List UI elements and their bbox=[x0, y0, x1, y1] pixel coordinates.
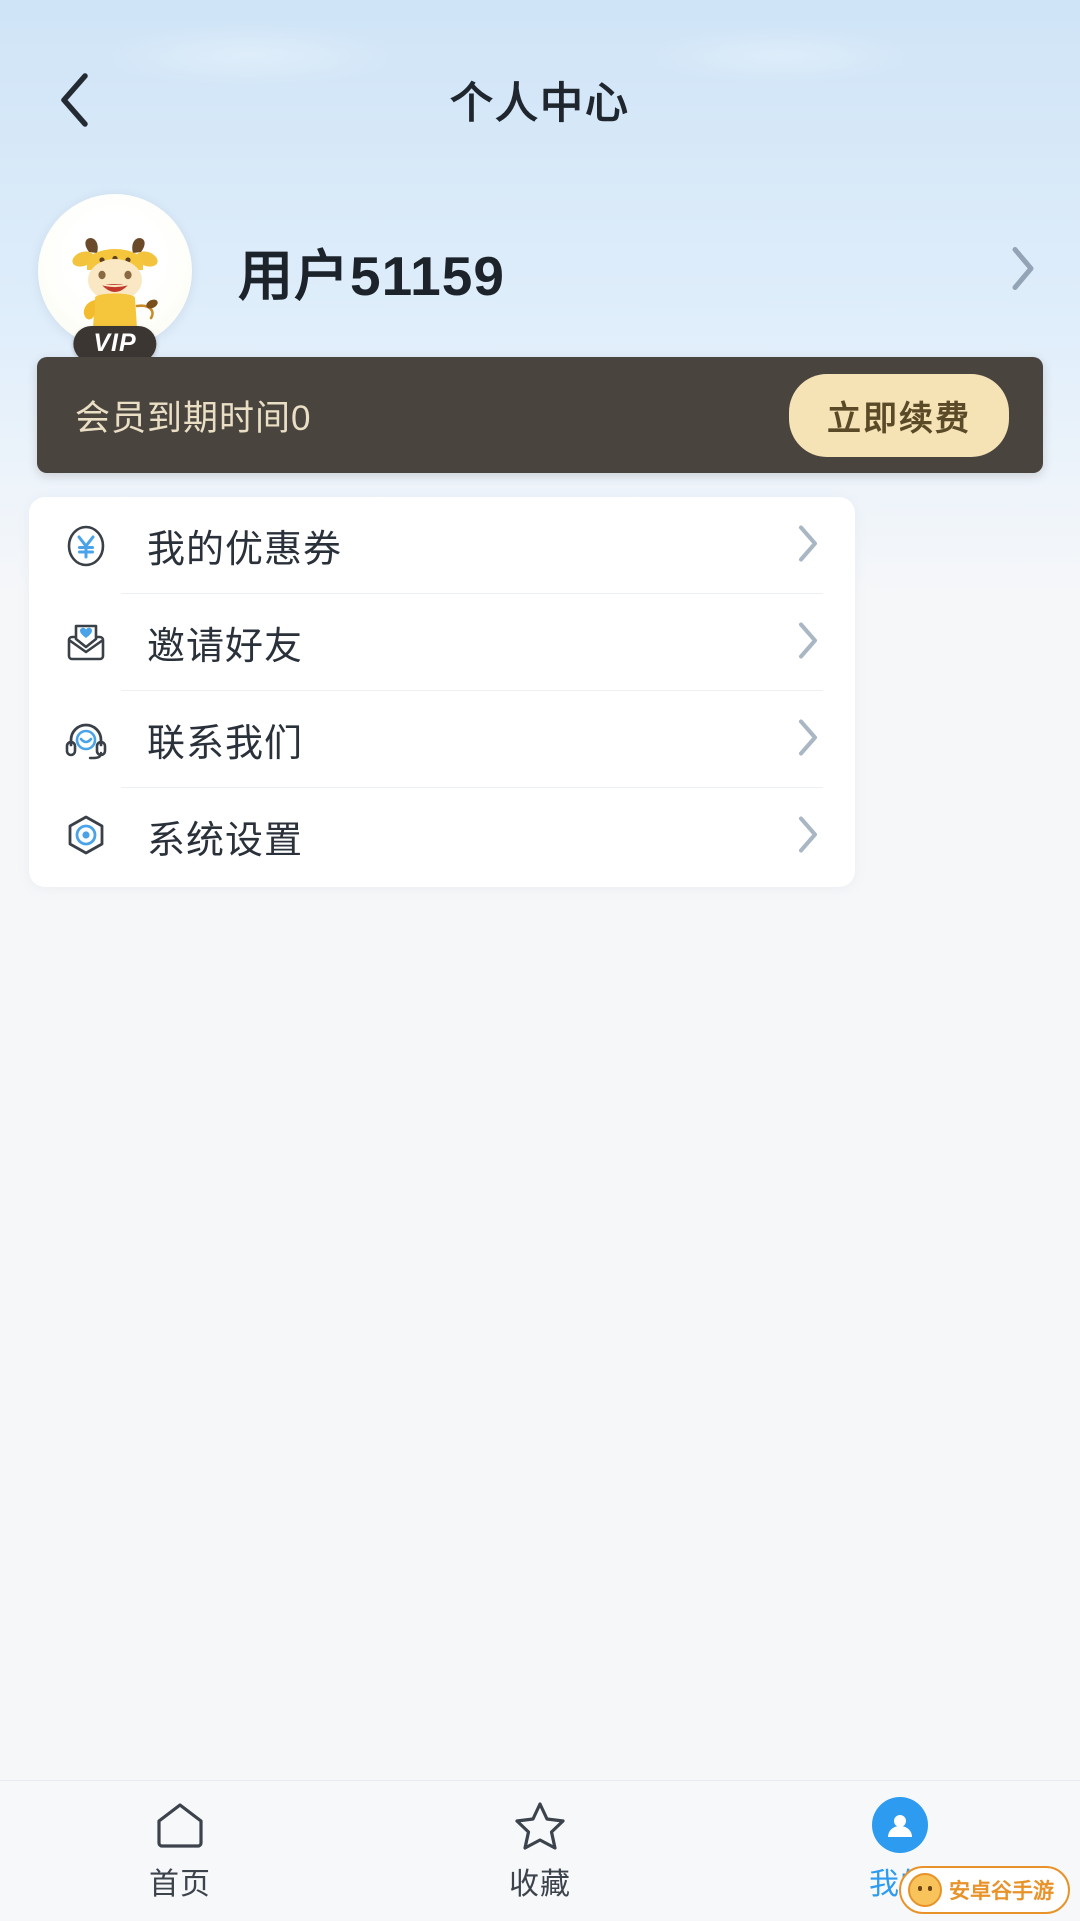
menu-item-contact-us[interactable]: 联系我们 bbox=[59, 691, 823, 788]
nav-item-home[interactable]: 首页 bbox=[0, 1781, 360, 1921]
watermark-badge: 安卓谷手游 bbox=[899, 1866, 1070, 1914]
nav-item-label: 收藏 bbox=[509, 1868, 571, 1901]
username: 用户51159 bbox=[238, 245, 505, 307]
page-title: 个人中心 bbox=[450, 80, 630, 128]
menu-item-coupons[interactable]: 我的优惠券 bbox=[59, 497, 823, 594]
settings-target-icon bbox=[59, 810, 113, 864]
profile-icon-wrapper bbox=[872, 1797, 928, 1853]
mascot-face-icon bbox=[908, 1873, 942, 1907]
envelope-heart-icon bbox=[59, 616, 113, 670]
menu-item-invite-friends[interactable]: 邀请好友 bbox=[59, 594, 823, 691]
menu-card: 我的优惠券 邀请好友 联系我们 系统设置 bbox=[29, 497, 855, 887]
profile-icon bbox=[872, 1797, 928, 1853]
chevron-right-icon bbox=[797, 815, 819, 858]
avatar-wrapper: VIP bbox=[38, 194, 192, 362]
watermark-text: 安卓谷手游 bbox=[949, 1880, 1054, 1903]
profile-chevron-right-icon[interactable] bbox=[1010, 246, 1036, 297]
star-icon bbox=[513, 1797, 567, 1853]
menu-item-label: 邀请好友 bbox=[147, 626, 304, 668]
menu-item-label: 我的优惠券 bbox=[147, 529, 343, 571]
renew-button[interactable]: 立即续费 bbox=[789, 373, 1009, 457]
chevron-right-icon bbox=[797, 621, 819, 664]
headset-support-icon bbox=[59, 713, 113, 767]
home-icon bbox=[153, 1797, 207, 1853]
chevron-right-icon bbox=[797, 524, 819, 567]
nav-item-favorites[interactable]: 收藏 bbox=[360, 1781, 720, 1921]
menu-item-system-settings[interactable]: 系统设置 bbox=[59, 788, 823, 885]
nav-item-label: 首页 bbox=[149, 1868, 211, 1901]
chevron-right-icon bbox=[797, 718, 819, 761]
page-header: 个人中心 bbox=[0, 55, 1080, 145]
membership-expiry-text: 会员到期时间0 bbox=[75, 398, 312, 438]
yen-coupon-icon bbox=[59, 519, 113, 573]
membership-banner: 会员到期时间0 立即续费 bbox=[37, 357, 1043, 473]
menu-item-label: 联系我们 bbox=[147, 723, 304, 765]
menu-item-label: 系统设置 bbox=[147, 820, 304, 862]
profile-row[interactable]: VIP 用户51159 bbox=[0, 194, 1080, 362]
